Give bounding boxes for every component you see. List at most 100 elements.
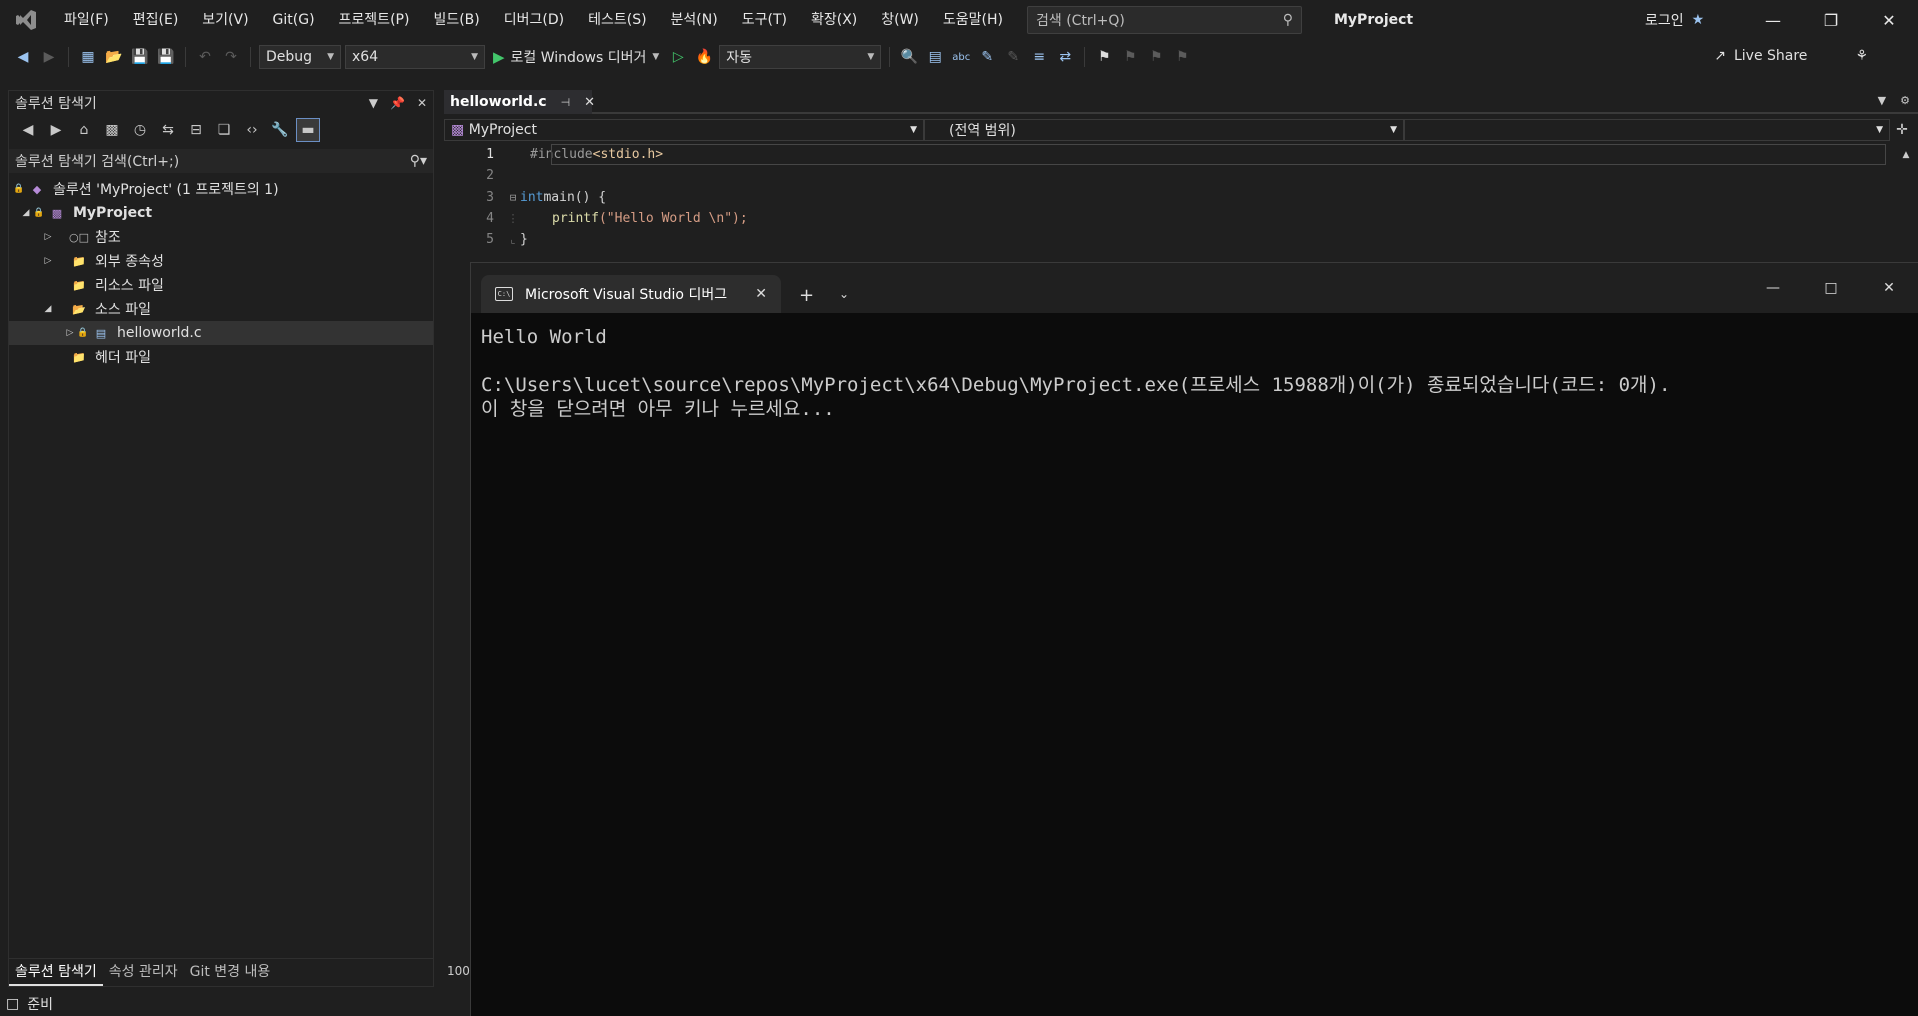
new-tab-icon[interactable]: + [799, 285, 814, 306]
zoom-level[interactable]: 100 [447, 964, 470, 978]
navigate-forward-icon[interactable]: ▶ [38, 46, 60, 68]
tree-item-helloworld-c[interactable]: ▷ 🔒 ▤ helloworld.c [9, 321, 433, 345]
comment-icon[interactable]: ✎ [976, 46, 998, 68]
sync-icon[interactable]: ⇆ [157, 119, 179, 141]
view-code-icon[interactable]: ‹› [241, 119, 263, 141]
pending-changes-filter-icon[interactable]: ◷ [129, 119, 151, 141]
scroll-up-icon[interactable]: ▲ [1894, 150, 1918, 160]
menu-build[interactable]: 빌드(B) [421, 0, 491, 40]
redo-icon[interactable]: ↷ [220, 46, 242, 68]
maximize-icon[interactable]: □ [1802, 273, 1860, 303]
panel-options-icon[interactable]: ▼ [369, 96, 378, 110]
terminal-tab[interactable]: C:\ Microsoft Visual Studio 디버그 ✕ [481, 275, 781, 313]
menu-tools[interactable]: 도구(T) [730, 0, 799, 40]
global-scope-select[interactable]: (전역 범위) ▼ [924, 119, 1404, 141]
switch-views-icon[interactable]: ▩ [101, 119, 123, 141]
save-all-icon[interactable]: 💾 [155, 46, 177, 68]
indent-icon[interactable]: ≡ [1028, 46, 1050, 68]
pin-icon[interactable]: 📌 [390, 96, 405, 110]
pin-icon[interactable]: ⊣ [561, 96, 571, 109]
code-editor[interactable]: 1 #include <stdio.h> 2 3 ⊟ int main() { … [444, 144, 1894, 264]
new-project-icon[interactable]: ▦ [77, 46, 99, 68]
preview-selected-icon[interactable]: ▬ [296, 118, 320, 142]
close-icon[interactable]: ✕ [1860, 0, 1918, 40]
menu-test[interactable]: 테스트(S) [576, 0, 658, 40]
project-scope-select[interactable]: ▩ MyProject ▼ [444, 119, 924, 141]
tab-helloworld-c[interactable]: helloworld.c ⊣ ✕ [444, 90, 595, 114]
minimize-icon[interactable]: — [1744, 273, 1802, 303]
chevron-down-icon[interactable]: ⌄ [839, 287, 849, 301]
line-number: 3 [486, 189, 494, 205]
layout-icon[interactable]: ▤ [924, 46, 946, 68]
browse-icon[interactable]: 🔍 [898, 46, 920, 68]
tree-item-source-files[interactable]: ◢ 📂 소스 파일 [9, 297, 433, 321]
global-search-input[interactable]: 검색 (Ctrl+Q) ⚲ [1027, 6, 1302, 34]
restore-icon[interactable]: ❐ [1802, 0, 1860, 40]
start-without-debugging-icon[interactable]: ▷ [667, 46, 689, 68]
debug-console-window[interactable]: C:\ Microsoft Visual Studio 디버그 ✕ + ⌄ — … [470, 262, 1918, 1016]
menu-debug[interactable]: 디버그(D) [492, 0, 576, 40]
forward-icon[interactable]: ▶ [45, 119, 67, 141]
solution-config-select[interactable]: Debug ▼ [259, 45, 341, 69]
collapse-region-icon[interactable]: ⊟ [506, 191, 520, 204]
undo-icon[interactable]: ↶ [194, 46, 216, 68]
minimize-icon[interactable]: — [1744, 0, 1802, 40]
properties-icon[interactable]: 🔧 [269, 119, 291, 141]
line-number: 1 [486, 147, 494, 163]
expanded-arrow-icon[interactable]: ◢ [41, 304, 55, 314]
collapsed-arrow-icon[interactable]: ▷ [41, 232, 55, 242]
collapsed-arrow-icon[interactable]: ▷ [63, 328, 77, 338]
tree-item-header-files[interactable]: 📁 헤더 파일 [9, 345, 433, 369]
spell-check-icon[interactable]: abc [950, 46, 972, 68]
open-file-icon[interactable]: 📂 [103, 46, 125, 68]
tree-label: 헤더 파일 [95, 350, 151, 366]
clear-bookmarks-icon[interactable]: ⚑ [1171, 46, 1193, 68]
uncomment-icon[interactable]: ✎ [1002, 46, 1024, 68]
expanded-arrow-icon[interactable]: ◢ [19, 208, 33, 218]
editor-scrollbar[interactable]: ▲ [1894, 144, 1918, 264]
tab-property-manager[interactable]: 속성 관리자 [103, 959, 184, 986]
login-button[interactable]: 로그인 ★ [1645, 10, 1704, 30]
tree-item-external-deps[interactable]: ▷ 📁 외부 종속성 [9, 249, 433, 273]
platform-select[interactable]: x64 ▼ [345, 45, 485, 69]
tab-git-changes[interactable]: Git 변경 내용 [184, 959, 277, 986]
settings-gear-icon[interactable]: ⚙ [1900, 94, 1910, 107]
back-icon[interactable]: ◀ [17, 119, 39, 141]
start-debugging-button[interactable]: ▶ 로컬 Windows 디버거 ▼ [489, 47, 663, 67]
menu-project[interactable]: 프로젝트(P) [327, 0, 422, 40]
menu-window[interactable]: 창(W) [869, 0, 931, 40]
menu-analyze[interactable]: 분석(N) [659, 0, 730, 40]
solution-search-input[interactable]: 솔루션 탐색기 검색(Ctrl+;) ⚲▾ [9, 149, 433, 173]
collapsed-arrow-icon[interactable]: ▷ [41, 256, 55, 266]
menu-git[interactable]: Git(G) [261, 0, 327, 40]
menu-edit[interactable]: 편집(E) [121, 0, 191, 40]
close-panel-icon[interactable]: ✕ [417, 96, 427, 110]
menu-view[interactable]: 보기(V) [190, 0, 260, 40]
split-editor-icon[interactable]: ✛ [1890, 122, 1914, 138]
bookmark-icon[interactable]: ⚑ [1093, 46, 1115, 68]
tree-item-resource-files[interactable]: 📁 리소스 파일 [9, 273, 433, 297]
tab-solution-explorer[interactable]: 솔루션 탐색기 [9, 959, 103, 986]
member-select[interactable]: ▼ [1404, 119, 1890, 141]
tree-item-solution[interactable]: 🔒 ◆ 솔루션 'MyProject' (1 프로젝트의 1) [9, 177, 433, 201]
close-tab-icon[interactable]: ✕ [755, 286, 767, 302]
debug-target-select[interactable]: 자동 ▼ [719, 45, 882, 69]
menu-help[interactable]: 도움말(H) [931, 0, 1015, 40]
tree-item-references[interactable]: ▷ ○□ 참조 [9, 225, 433, 249]
next-bookmark-icon[interactable]: ⚑ [1145, 46, 1167, 68]
close-tab-icon[interactable]: ✕ [584, 95, 595, 110]
tab-list-icon[interactable]: ▼ [1878, 94, 1886, 107]
collapse-all-icon[interactable]: ⊟ [185, 119, 207, 141]
navigate-back-icon[interactable]: ◀ [12, 46, 34, 68]
menu-extensions[interactable]: 확장(X) [799, 0, 869, 40]
tree-item-project[interactable]: ◢ 🔒 ▩ MyProject [9, 201, 433, 225]
outdent-icon[interactable]: ⇄ [1054, 46, 1076, 68]
home-icon[interactable]: ⌂ [73, 119, 95, 141]
menu-file[interactable]: 파일(F) [52, 0, 121, 40]
prev-bookmark-icon[interactable]: ⚑ [1119, 46, 1141, 68]
save-icon[interactable]: 💾 [129, 46, 151, 68]
hot-reload-icon[interactable]: 🔥 [693, 46, 715, 68]
live-share-button[interactable]: ↗ Live Share ⚘ [1714, 48, 1868, 64]
close-icon[interactable]: ✕ [1860, 273, 1918, 303]
show-all-files-icon[interactable]: ❏ [213, 119, 235, 141]
